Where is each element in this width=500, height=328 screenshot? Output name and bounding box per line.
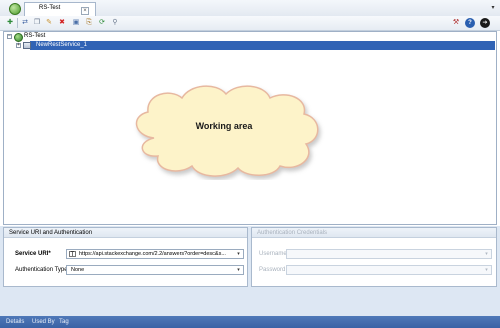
chevron-down-icon[interactable]: ▾ xyxy=(483,250,490,258)
save-icon[interactable]: ▣ xyxy=(71,18,81,28)
toolbar-separator xyxy=(17,18,18,28)
globe-icon xyxy=(14,33,23,42)
toolbar: ✚ ⇄ ❐ ✎ ✖ ▣ ⎘ ⟳ ⚲ ⚒ ? ➔ xyxy=(0,16,500,31)
tab-used-by[interactable]: Used By xyxy=(32,316,55,328)
forward-icon[interactable]: ➔ xyxy=(480,18,490,28)
credentials-panel-title: Authentication Credentials xyxy=(252,228,496,238)
delete-icon[interactable]: ✖ xyxy=(57,18,67,28)
help-icon[interactable]: ? xyxy=(465,18,475,28)
working-area-label: Working area xyxy=(195,121,253,131)
service-icon[interactable]: ⇄ xyxy=(20,18,30,28)
tree-collapse-toggle[interactable]: − xyxy=(7,34,12,39)
chevron-down-icon[interactable]: ▾ xyxy=(235,250,242,258)
chevron-down-icon[interactable]: ▾ xyxy=(489,4,497,12)
copy-icon[interactable]: ❐ xyxy=(32,18,42,28)
auth-type-value: None xyxy=(71,267,85,273)
bottom-tab-bar: Details Used By Tag xyxy=(0,316,500,328)
auth-type-select[interactable]: None ▾ xyxy=(66,265,244,275)
service-uri-input[interactable]: T https://api.stackexchange.com/2.2/answ… xyxy=(66,249,244,259)
chevron-down-icon[interactable]: ▾ xyxy=(235,266,242,274)
service-panel-title: Service URI and Authentication xyxy=(4,228,247,238)
tab-tag[interactable]: Tag xyxy=(59,316,69,328)
edit-icon[interactable]: ✎ xyxy=(44,18,54,28)
tree-item-label[interactable]: NewRestService_1 xyxy=(36,41,87,50)
password-field[interactable]: ▾ xyxy=(286,265,492,275)
tab-title: RS-Test xyxy=(39,5,61,11)
credentials-panel: Authentication Credentials Username ▾ Pa… xyxy=(251,227,497,287)
new-icon[interactable]: ✚ xyxy=(5,18,15,28)
password-label: Password xyxy=(259,267,286,273)
refresh-icon[interactable]: ⟳ xyxy=(97,18,107,28)
app-icon xyxy=(9,3,21,15)
service-panel: Service URI and Authentication Service U… xyxy=(3,227,248,287)
tab-rs-test[interactable]: RS-Test × xyxy=(24,2,96,16)
tools-icon[interactable]: ⚒ xyxy=(451,18,461,28)
tree-expand-toggle[interactable]: + xyxy=(16,43,21,48)
close-icon[interactable]: × xyxy=(81,7,89,15)
import-icon[interactable]: ⎘ xyxy=(84,18,94,28)
service-uri-label: Service URI* xyxy=(15,251,51,257)
search-icon[interactable]: ⚲ xyxy=(110,18,120,28)
rest-service-icon xyxy=(23,42,31,49)
uri-type-icon: T xyxy=(69,251,76,258)
username-label: Username xyxy=(259,251,287,257)
tab-details[interactable]: Details xyxy=(6,316,24,328)
service-uri-value: https://api.stackexchange.com/2.2/answer… xyxy=(79,251,226,257)
chevron-down-icon[interactable]: ▾ xyxy=(483,266,490,274)
document-tab-strip: RS-Test × ▾ xyxy=(0,0,500,17)
auth-type-label: Authentication Type xyxy=(15,267,68,273)
tree-root-label[interactable]: RS-Test xyxy=(24,32,45,41)
tree-item-selected[interactable] xyxy=(30,41,495,50)
username-field[interactable]: ▾ xyxy=(286,249,492,259)
